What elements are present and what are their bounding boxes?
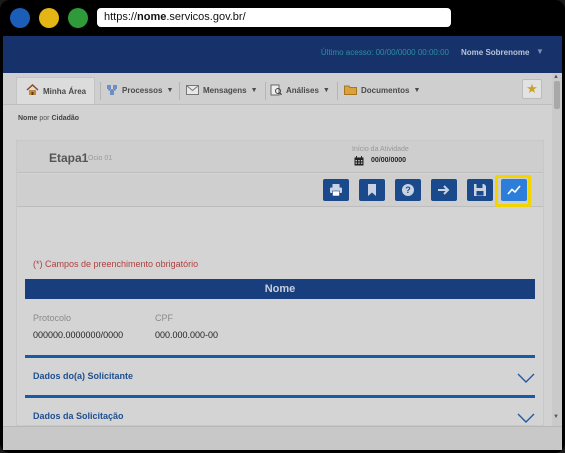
- star-icon[interactable]: ★: [522, 79, 542, 99]
- panel-header: Etapa1 Ocio 01 Início da Atividade 00/00…: [17, 141, 543, 173]
- menu-divider: [265, 82, 266, 100]
- menu-label: Minha Área: [43, 86, 87, 96]
- menu-item-processos[interactable]: Processos ▼: [106, 77, 173, 104]
- url-suffix: .servicos.gov.br/: [166, 11, 246, 23]
- analysis-icon: [270, 84, 282, 98]
- accordion-solicitacao[interactable]: Dados da Solicitação: [33, 411, 124, 421]
- stage-subtitle: Ocio 01: [88, 155, 113, 162]
- save-icon: [474, 184, 486, 196]
- stage-title: Etapa1: [49, 151, 89, 165]
- menu-divider: [179, 82, 180, 100]
- home-icon: [26, 83, 39, 98]
- top-navbar: Último acesso: 00/00/0000 00:00:00 Nome …: [3, 36, 562, 73]
- browser-titlebar: https://nome.servicos.gov.br/: [0, 0, 565, 36]
- page-viewport: Último acesso: 00/00/0000 00:00:00 Nome …: [3, 36, 562, 450]
- accordion-solicitante[interactable]: Dados do(a) Solicitante: [33, 371, 133, 381]
- chevron-down-icon: ▼: [250, 87, 258, 94]
- breadcrumb-item[interactable]: Nome: [18, 115, 37, 122]
- menu-label: Análises: [286, 86, 319, 95]
- processes-icon: [106, 84, 118, 98]
- scrollbar[interactable]: [552, 73, 562, 426]
- calendar-icon: [354, 156, 364, 166]
- browser-window: https://nome.servicos.gov.br/ Último ace…: [0, 0, 565, 453]
- start-date-value: 00/00/0000: [371, 157, 407, 164]
- highlight-box: [495, 175, 531, 207]
- cpf-value: 000.000.000-00: [155, 330, 219, 340]
- action-toolbar: ?: [17, 174, 543, 207]
- folder-icon: [344, 84, 357, 97]
- required-fields-note: (*) Campos de preenchimento obrigatório: [33, 259, 199, 269]
- address-bar[interactable]: https://nome.servicos.gov.br/: [97, 8, 451, 27]
- process-panel: Etapa1 Ocio 01 Início da Atividade 00/00…: [16, 140, 544, 426]
- start-date-label: Início da Atividade: [352, 146, 409, 153]
- forward-arrow-icon: [438, 185, 450, 195]
- breadcrumb-item[interactable]: Cidadão: [51, 115, 79, 122]
- menu-label: Mensagens: [203, 86, 247, 95]
- chevron-down-icon[interactable]: [517, 413, 535, 423]
- menu-item-mensagens[interactable]: Mensagens ▼: [186, 77, 258, 104]
- print-button[interactable]: [323, 179, 349, 201]
- window-maximize-button[interactable]: [68, 8, 88, 28]
- scrollbar-thumb[interactable]: [554, 81, 560, 109]
- user-name[interactable]: Nome Sobrenome: [461, 48, 529, 57]
- menu-divider: [100, 82, 101, 100]
- window-minimize-button[interactable]: [39, 8, 59, 28]
- menu-item-analises[interactable]: Análises ▼: [270, 77, 330, 104]
- menu-label: Processos: [122, 86, 163, 95]
- last-access-text: Último acesso: 00/00/0000 00:00:00: [320, 48, 449, 57]
- cpf-label: CPF: [155, 313, 173, 323]
- user-menu-caret-icon[interactable]: ▼: [536, 47, 544, 56]
- help-icon: ?: [402, 184, 414, 196]
- section-header: Nome: [25, 279, 535, 299]
- print-icon: [330, 184, 342, 197]
- save-button[interactable]: [467, 179, 493, 201]
- menu-item-minha-area[interactable]: Minha Área: [16, 77, 95, 104]
- forward-button[interactable]: [431, 179, 457, 201]
- menu-label: Documentos: [361, 86, 410, 95]
- svg-text:?: ?: [405, 185, 411, 195]
- accordion-divider: [25, 355, 535, 358]
- chevron-down-icon[interactable]: [517, 373, 535, 383]
- scroll-up-icon[interactable]: ▲: [553, 74, 559, 80]
- bookmark-icon: [368, 184, 376, 196]
- menu-divider: [337, 82, 338, 100]
- protocol-value: 000000.0000000/0000: [33, 330, 124, 340]
- bookmark-button[interactable]: [359, 179, 385, 201]
- accordion-divider: [25, 395, 535, 398]
- page-footer-bar: [3, 426, 562, 450]
- envelope-icon: [186, 84, 199, 97]
- chevron-down-icon: ▼: [322, 87, 330, 94]
- main-menu: Minha Área Processos ▼ Mensagens ▼ Análi…: [3, 73, 562, 105]
- menu-item-documentos[interactable]: Documentos ▼: [344, 77, 420, 104]
- breadcrumb-separator: por: [37, 115, 52, 122]
- window-close-button[interactable]: [10, 8, 30, 28]
- breadcrumb: Nome por Cidadão: [18, 115, 79, 122]
- scroll-down-icon[interactable]: ▼: [553, 414, 559, 420]
- protocol-label: Protocolo: [33, 313, 72, 323]
- chevron-down-icon: ▼: [166, 87, 174, 94]
- url-prefix: https://: [104, 11, 138, 23]
- help-button[interactable]: ?: [395, 179, 421, 201]
- url-domain: nome: [137, 11, 167, 23]
- chevron-down-icon: ▼: [413, 87, 421, 94]
